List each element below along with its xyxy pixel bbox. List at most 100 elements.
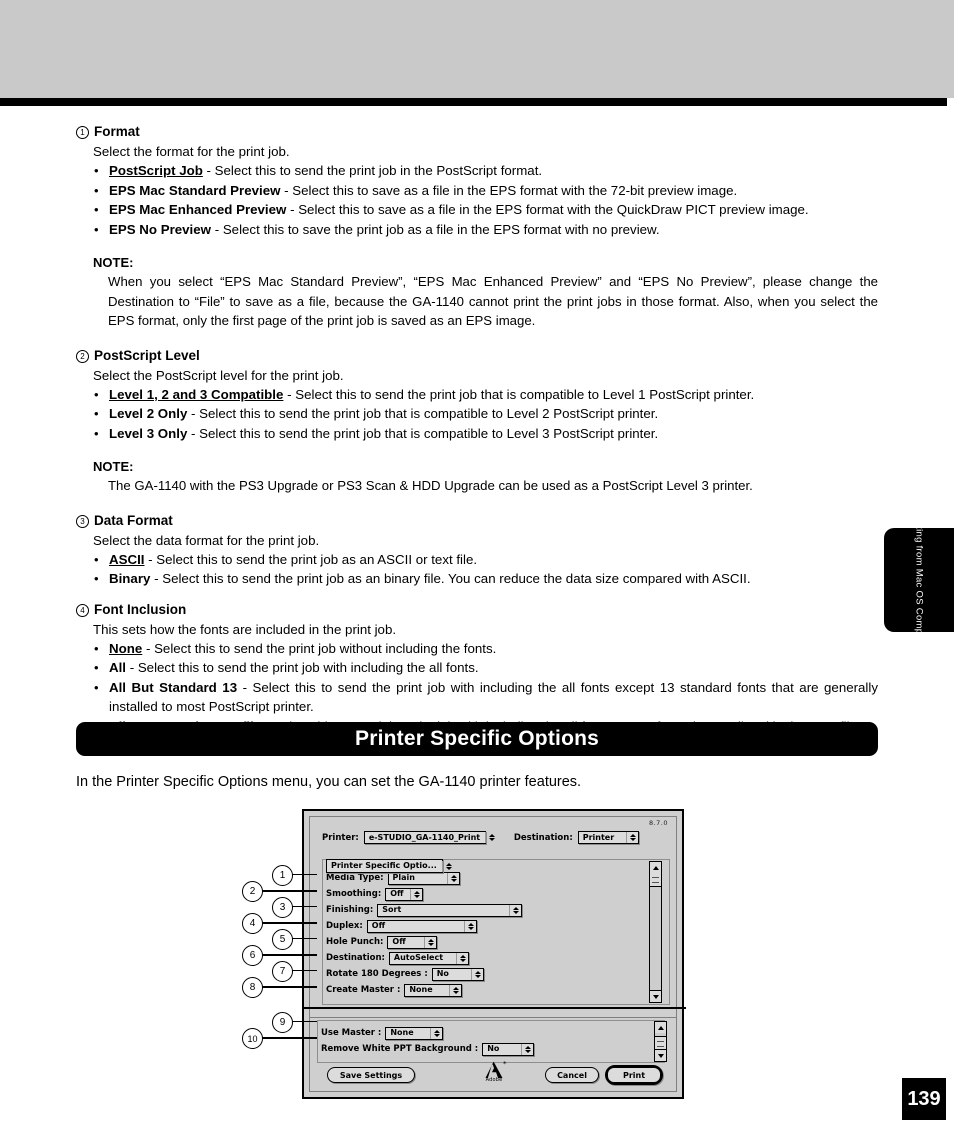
callout-2: 2 [242, 881, 263, 902]
option-label: Hole Punch: [326, 937, 384, 947]
bullet-term: All [109, 660, 126, 675]
media-type-select[interactable]: Plain [387, 871, 460, 885]
section-banner-printer-specific-options: Printer Specific Options [76, 722, 878, 756]
option-label: Rotate 180 Degrees : [326, 969, 428, 979]
option-label: Remove White PPT Background : [321, 1044, 479, 1054]
output-destination-value: AutoSelect [393, 953, 444, 962]
option-row-destination: Destination: AutoSelect [326, 950, 656, 966]
printer-options-list: Media Type: Plain Smoothing: Off Finishi… [326, 870, 656, 998]
page-number-badge: 139 [902, 1078, 946, 1120]
printer-select[interactable]: e-STUDIO_GA-1140_Print [363, 831, 496, 844]
chevron-updown-icon [625, 832, 636, 843]
bullet-term: ASCII [109, 551, 145, 567]
scroll-up-arrow-icon[interactable] [655, 1022, 666, 1033]
chevron-updown-icon [430, 1027, 441, 1039]
callout-leader-line [291, 970, 317, 972]
rotate-180-value: No [436, 969, 449, 978]
bullet-desc: - Select this to save the print job as a… [211, 221, 660, 237]
pane-selector-wrap: Printer Specific Optio... [326, 853, 452, 873]
section-title: Data Format [94, 512, 173, 528]
callout-leader-line [261, 922, 317, 925]
printer-label: Printer: [322, 832, 359, 843]
page-header-rule [0, 98, 947, 106]
bullet-term: Binary [109, 571, 151, 586]
section-format: 1 Format Select the format for the print… [76, 123, 878, 331]
page-header-band [0, 0, 954, 98]
banner-subtitle: In the Printer Specific Options menu, yo… [76, 774, 582, 790]
scroll-down-arrow-icon[interactable] [655, 1049, 666, 1061]
note-block: NOTE: When you select “EPS Mac Standard … [93, 254, 878, 331]
options-scrollbar[interactable] [649, 861, 662, 1003]
bullet-desc: - Select this to send the print job that… [187, 406, 659, 421]
print-label: Print [607, 1067, 661, 1083]
option-row-hole-punch: Hole Punch: Off [326, 934, 656, 950]
finishing-select[interactable]: Sort [377, 903, 523, 917]
use-master-select[interactable]: None [385, 1026, 444, 1040]
section-heading: 4 Font Inclusion [76, 601, 878, 619]
note-body: The GA-1140 with the PS3 Upgrade or PS3 … [108, 478, 753, 493]
callout-1: 1 [272, 865, 293, 886]
option-label: Media Type: [326, 873, 384, 883]
bullet-term: EPS Mac Enhanced Preview [109, 202, 287, 217]
callout-5: 5 [272, 929, 293, 950]
option-row-finishing: Finishing: Sort [326, 902, 656, 918]
bullet-desc: - Select this to send the print job that… [283, 386, 755, 402]
callout-leader-line [261, 954, 317, 957]
pane-select[interactable]: Printer Specific Optio... [326, 859, 452, 873]
chevron-updown-icon [521, 1043, 532, 1055]
callout-8: 8 [242, 977, 263, 998]
scrollbar-thumb[interactable] [650, 873, 661, 887]
options-scrollbar-2[interactable] [654, 1021, 667, 1062]
chevron-updown-icon [449, 984, 460, 996]
hole-punch-select[interactable]: Off [387, 935, 438, 949]
banner-title: Printer Specific Options [354, 727, 599, 750]
option-label: Destination: [326, 953, 385, 963]
bullet-desc: - Select this to send the print job that… [187, 425, 659, 441]
option-row-use-master: Use Master : None [321, 1025, 651, 1041]
scrollbar-thumb[interactable] [655, 1036, 666, 1050]
duplex-value: Off [371, 921, 386, 930]
destination-select[interactable]: Printer [577, 831, 639, 844]
section-intro: This sets how the fonts are included in … [93, 621, 397, 637]
chevron-updown-icon [470, 968, 481, 980]
cancel-label: Cancel [557, 1070, 587, 1080]
smoothing-select[interactable]: Off [385, 887, 424, 901]
remove-white-ppt-background-select[interactable]: No [482, 1042, 535, 1056]
section-number-badge: 1 [76, 126, 89, 139]
callout-leader-line [291, 1021, 317, 1023]
list-item: Level 1, 2 and 3 Compatible - Select thi… [93, 385, 878, 405]
bullet-desc: - Select this to send the print job as a… [144, 551, 478, 567]
bullet-desc: - Select this to send the print job as a… [150, 571, 751, 586]
duplex-select[interactable]: Off [366, 919, 477, 933]
scroll-down-arrow-icon[interactable] [650, 990, 661, 1002]
chevron-updown-icon [455, 952, 466, 964]
output-destination-select[interactable]: AutoSelect [388, 951, 469, 965]
option-row-remove-white-ppt-background: Remove White PPT Background : No [321, 1041, 651, 1057]
bullet-term: All But Standard 13 [109, 679, 238, 695]
callout-leader-line [261, 890, 317, 893]
callout-leader-line [261, 1037, 317, 1040]
chevron-updown-icon [424, 936, 435, 948]
bullet-desc: - Select this to save as a file in the E… [280, 182, 738, 198]
destination-label: Destination: [513, 832, 573, 843]
finishing-value: Sort [382, 905, 402, 914]
bullet-term: Level 3 Only [109, 425, 188, 441]
list-item: ASCII - Select this to send the print jo… [93, 550, 878, 570]
printer-select-value: e-STUDIO_GA-1140_Print [368, 832, 481, 842]
option-label: Smoothing: [326, 889, 382, 899]
print-button[interactable]: Print [605, 1065, 663, 1085]
create-master-select[interactable]: None [404, 983, 463, 997]
rotate-180-select[interactable]: No [431, 967, 484, 981]
printer-options-list-2: Use Master : None Remove White PPT Backg… [321, 1025, 651, 1057]
note-body: When you select “EPS Mac Standard Previe… [108, 274, 878, 328]
chapter-side-tab: Printing from Mac OS Computer [884, 508, 954, 652]
section-data-format: 3 Data Format Select the data format for… [76, 512, 878, 589]
chevron-updown-icon [446, 872, 457, 884]
callout-6: 6 [242, 945, 263, 966]
bullet-list: ASCII - Select this to send the print jo… [93, 550, 878, 589]
save-settings-button[interactable]: Save Settings [327, 1067, 415, 1083]
adobe-a-icon [485, 1061, 503, 1078]
cancel-button[interactable]: Cancel [545, 1067, 599, 1083]
adobe-logo: * Adobe [485, 1060, 507, 1083]
list-item: EPS Mac Standard Preview - Select this t… [93, 181, 878, 201]
